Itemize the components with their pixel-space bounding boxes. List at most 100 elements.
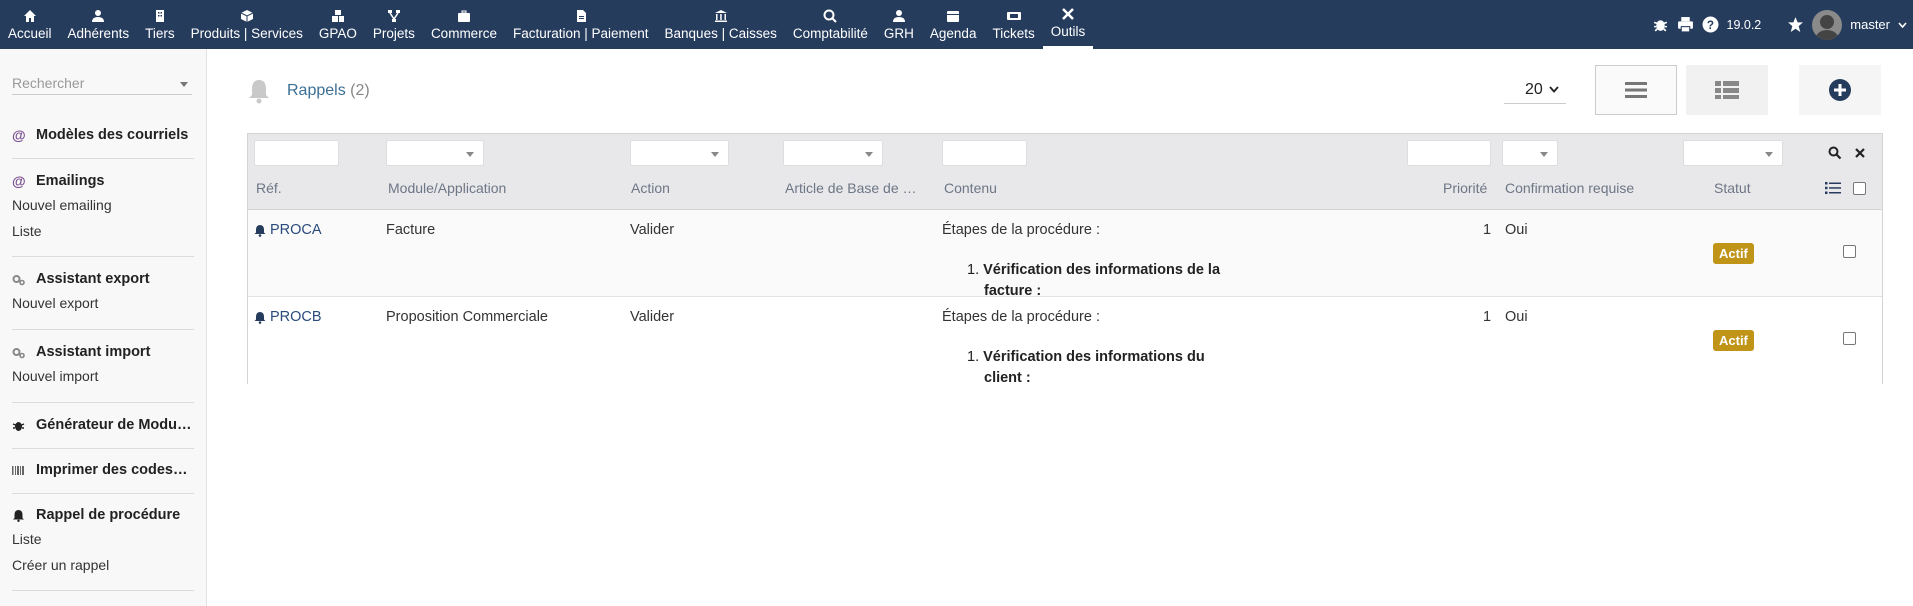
barcode-icon [12, 465, 24, 475]
table-row: PROCB Proposition Commerciale Valider Ét… [248, 297, 1882, 384]
filter-content-input[interactable] [942, 140, 1027, 166]
list-columns-icon[interactable] [1825, 182, 1841, 194]
status-badge: Actif [1713, 243, 1754, 264]
sidebar-item-liste[interactable]: Liste [12, 218, 194, 244]
menu-tickets[interactable]: Tickets [984, 0, 1042, 49]
filter-ref-input[interactable] [254, 140, 339, 166]
ref-text: PROCB [270, 309, 322, 325]
row-ref-link[interactable]: PROCA [254, 222, 322, 238]
menu-banques-caisses[interactable]: Banques | Caisses [657, 0, 785, 49]
content-step-1-more: client : [984, 370, 1031, 384]
sidebar-item-creer-rappel[interactable]: Créer un rappel [12, 552, 194, 578]
action-cell: Valider [630, 309, 675, 325]
sidebar-heading[interactable]: Générateur de Modu… [12, 414, 194, 436]
print-icon[interactable] [1677, 16, 1694, 33]
search-placeholder: Rechercher [12, 75, 85, 91]
bell-icon [13, 509, 24, 522]
menu-accueil[interactable]: Accueil [0, 0, 60, 49]
sidebar-heading[interactable]: Imprimer des codes… [12, 459, 194, 481]
page-title: Rappels (2) [287, 82, 370, 100]
divider [12, 590, 194, 591]
content-step-1: Vérification des informations du [983, 349, 1205, 365]
menu-label: GPAO [318, 25, 357, 41]
menu-produits-services[interactable]: Produits | Services [183, 0, 311, 49]
filter-action-select[interactable] [630, 140, 729, 166]
column-header-priority[interactable]: Priorité [1443, 180, 1487, 196]
close-icon[interactable] [1854, 147, 1866, 159]
list-view-button[interactable] [1595, 65, 1677, 115]
menu-outils[interactable]: Outils [1042, 0, 1094, 49]
sidebar-section-modeles-courriels: @ Modèles des courriels [12, 124, 194, 146]
row-checkbox[interactable] [1843, 332, 1856, 345]
menu-projets[interactable]: Projets [365, 0, 423, 49]
menu-label: Adhérents [67, 25, 130, 41]
menu-commerce[interactable]: Commerce [423, 0, 505, 49]
help-icon[interactable]: ? [1702, 16, 1719, 33]
sidebar-heading[interactable]: @ Emailings [12, 170, 194, 192]
column-header-module[interactable]: Module/Application [388, 180, 506, 196]
sidebar-heading[interactable]: Assistant import [12, 341, 194, 363]
chevron-down-icon[interactable] [1898, 21, 1907, 28]
sidebar-heading-label: Imprimer des codes… [36, 462, 188, 478]
kanban-view-button[interactable] [1686, 65, 1768, 115]
menu-grh[interactable]: GRH [876, 0, 922, 49]
content-cell: Étapes de la procédure : [942, 309, 1100, 325]
username[interactable]: master [1850, 17, 1890, 32]
home-icon [23, 9, 36, 22]
filter-article-select[interactable] [783, 140, 883, 166]
column-header-status[interactable]: Statut [1714, 180, 1751, 196]
sidebar-heading-label: Générateur de Modu… [36, 417, 192, 433]
sidebar-item-liste[interactable]: Liste [12, 526, 194, 552]
filter-confirmation-select[interactable] [1502, 140, 1558, 166]
table-header: Réf. Module/Application Action Article d… [248, 134, 1882, 210]
menu-label: Tiers [145, 25, 175, 41]
sidebar-heading[interactable]: Rappel de procédure [12, 504, 194, 526]
column-header-content[interactable]: Contenu [944, 180, 997, 196]
sidebar-heading[interactable]: @ Modèles des courriels [12, 124, 194, 146]
table-row: PROCA Facture Valider Étapes de la procé… [248, 210, 1882, 297]
module-cell: Facture [386, 222, 436, 238]
column-header-ref[interactable]: Réf. [256, 180, 282, 196]
priority-cell: 1 [1483, 222, 1492, 238]
menu-label: Projets [372, 25, 415, 41]
column-header-article[interactable]: Article de Base de … [785, 180, 917, 196]
row-checkbox[interactable] [1843, 245, 1856, 258]
sidebar-item-nouvel-emailing[interactable]: Nouvel emailing [12, 192, 194, 218]
sidebar-section-generateur-modules: Générateur de Modu… [12, 414, 194, 436]
bug-icon[interactable] [1652, 16, 1669, 33]
sidebar-heading[interactable]: Assistant export [12, 268, 194, 290]
sidebar-heading-label: Rappel de procédure [36, 507, 181, 523]
filter-module-select[interactable] [386, 140, 484, 166]
menu-tiers[interactable]: Tiers [137, 0, 183, 49]
sitemap-icon [387, 9, 400, 22]
page-size-value: 20 [1525, 80, 1543, 98]
sidebar-item-nouvel-import[interactable]: Nouvel import [12, 363, 194, 389]
cogs-icon [12, 347, 25, 358]
column-header-action[interactable]: Action [631, 180, 670, 196]
column-header-confirmation[interactable]: Confirmation requise [1505, 180, 1634, 196]
page-size-select[interactable]: 20 [1504, 76, 1566, 104]
menu-facturation-paiement[interactable]: Facturation | Paiement [505, 0, 657, 49]
search-icon[interactable] [1828, 146, 1842, 160]
avatar[interactable] [1812, 9, 1843, 40]
sidebar-item-nouvel-export[interactable]: Nouvel export [12, 290, 194, 316]
select-all-checkbox[interactable] [1853, 182, 1866, 195]
menu-gpao[interactable]: GPAO [311, 0, 365, 49]
add-reminder-button[interactable] [1799, 65, 1881, 115]
svg-text:?: ? [1706, 19, 1713, 32]
menu-comptabilite[interactable]: Comptabilité [785, 0, 876, 49]
status-badge: Actif [1713, 330, 1754, 351]
content-steps: 1. Vérification des informations de la f… [967, 260, 1220, 296]
search-input[interactable]: Rechercher [12, 75, 192, 95]
menu-label: Commerce [430, 25, 497, 41]
divider [12, 158, 194, 159]
filter-status-select[interactable] [1683, 140, 1783, 166]
divider [12, 329, 194, 330]
star-icon[interactable] [1787, 16, 1804, 33]
menu-agenda[interactable]: Agenda [922, 0, 985, 49]
row-ref-link[interactable]: PROCB [254, 309, 322, 325]
sidebar-section-assistant-export: Assistant export Nouvel export [12, 268, 194, 316]
filter-priority-input[interactable] [1407, 140, 1491, 166]
at-icon: @ [12, 127, 26, 143]
menu-adherents[interactable]: Adhérents [60, 0, 138, 49]
